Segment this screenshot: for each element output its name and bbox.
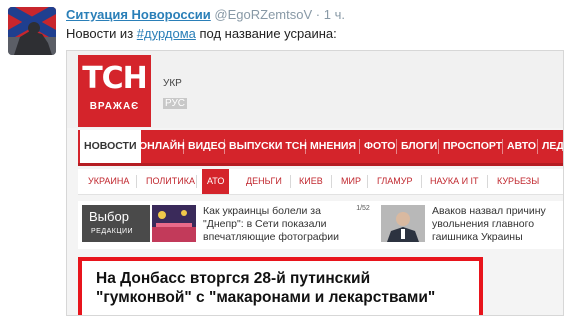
main-nav: НОВОСТИ ОНЛАЙН ВИДЕО ВЫПУСКИ ТСН МНЕНИЯ … <box>78 130 563 166</box>
nav-divider <box>359 139 360 154</box>
nav-divider <box>224 139 225 154</box>
subnav-item-world: МИР <box>341 176 361 186</box>
headline-line-2: "гумконвой" с "макаронами и лекарствами" <box>96 289 436 306</box>
subnav-divider <box>290 175 291 188</box>
attached-screenshot[interactable]: ТСН ВРАЖАЄ УКР РУС НОВОСТИ ОНЛАЙН ВИДЕО … <box>66 50 564 316</box>
nav-item-opinions: МНЕНИЯ <box>310 140 357 152</box>
headline-text: На Донбасс вторгся 28-й путинский "гумко… <box>96 269 435 307</box>
subnav-item-politics: ПОЛИТИКА <box>146 176 195 186</box>
subnav-divider <box>367 175 368 188</box>
editors-choice-title: Выбор <box>89 209 129 224</box>
editors-choice-block: Выбор РЕДАКЦИИ <box>82 205 150 242</box>
tweet-text-suffix: под название усраина: <box>195 26 337 41</box>
nav-item-online: ОНЛАЙН <box>139 140 185 152</box>
tweet-timestamp[interactable]: · 1 ч. <box>316 7 345 22</box>
news-teaser-avakov: Аваков назвал причину увольнения главног… <box>432 205 546 243</box>
nav-item-prosport: ПРОСПОРТ <box>443 140 503 152</box>
nav-item-photo: ФОТО <box>364 140 396 152</box>
nav-item-blogs: БЛОГИ <box>401 140 438 152</box>
tweet-header: Ситуация Новороссии @EgoRZemtsoV · 1 ч. <box>66 6 345 23</box>
tsn-logo-subtitle: ВРАЖАЄ <box>89 101 140 112</box>
subnav-item-ukraine: УКРАИНА <box>88 176 130 186</box>
subnav-item-kyiv: КИЕВ <box>299 176 323 186</box>
nav-divider <box>305 139 306 154</box>
subnav-item-money: ДЕНЬГИ <box>246 176 282 186</box>
avatar[interactable] <box>8 7 56 55</box>
subnav-divider <box>136 175 137 188</box>
nav-item-video: ВИДЕО <box>188 140 226 152</box>
gallery-count: 1/52 <box>356 205 370 212</box>
news-teaser-row: Выбор РЕДАКЦИИ Как украинцы болели за "Д… <box>78 201 563 249</box>
nav-divider <box>396 139 397 154</box>
hashtag-link[interactable]: #дурдома <box>137 26 196 41</box>
subnav-item-curiosities: КУРЬЕЗЫ <box>497 176 540 186</box>
author-name-link[interactable]: Ситуация Новороссии <box>66 7 211 22</box>
editors-choice-subtitle: РЕДАКЦИИ <box>91 228 134 235</box>
nav-item-news: НОВОСТИ <box>80 130 141 163</box>
subnav-divider <box>196 175 197 188</box>
news-teaser-dnepr-fans: Как украинцы болели за "Днепр": в Сети п… <box>203 205 340 243</box>
nav-item-ladies: ЛЕДИ <box>542 140 564 152</box>
subnav-divider <box>421 175 422 188</box>
lang-ukrainian: УКР <box>163 78 182 89</box>
tweet-text-prefix: Новости из <box>66 26 137 41</box>
author-handle[interactable]: @EgoRZemtsoV <box>214 7 312 22</box>
nav-divider <box>183 139 184 154</box>
nav-divider <box>502 139 503 154</box>
nav-item-auto: АВТО <box>507 140 537 152</box>
subnav-divider <box>331 175 332 188</box>
nav-divider <box>537 139 538 154</box>
tsn-logo-text: ТСН <box>82 61 148 96</box>
novorossiya-flag-avatar-image <box>8 7 56 55</box>
stadium-crowd-thumbnail <box>152 205 196 242</box>
highlighted-headline: На Донбасс вторгся 28-й путинский "гумко… <box>78 257 483 315</box>
subnav-item-glamour: ГЛАМУР <box>377 176 413 186</box>
minister-photo-thumbnail <box>381 205 425 242</box>
nav-item-tsn-releases: ВЫПУСКИ ТСН <box>229 140 307 152</box>
tweet-text: Новости из #дурдома под название усраина… <box>66 25 337 42</box>
nav-divider <box>438 139 439 154</box>
headline-line-1: На Донбасс вторгся 28-й путинский <box>96 270 371 287</box>
sub-nav: УКРАИНА ПОЛИТИКА АТО ДЕНЬГИ КИЕВ МИР ГЛА… <box>78 169 563 195</box>
subnav-item-science-it: НАУКА И IT <box>430 176 479 186</box>
subnav-item-ato: АТО <box>202 169 230 194</box>
subnav-divider <box>487 175 488 188</box>
tsn-logo: ТСН ВРАЖАЄ <box>78 55 151 127</box>
lang-russian: РУС <box>163 98 188 109</box>
site-header: ТСН ВРАЖАЄ УКР РУС <box>67 51 563 128</box>
